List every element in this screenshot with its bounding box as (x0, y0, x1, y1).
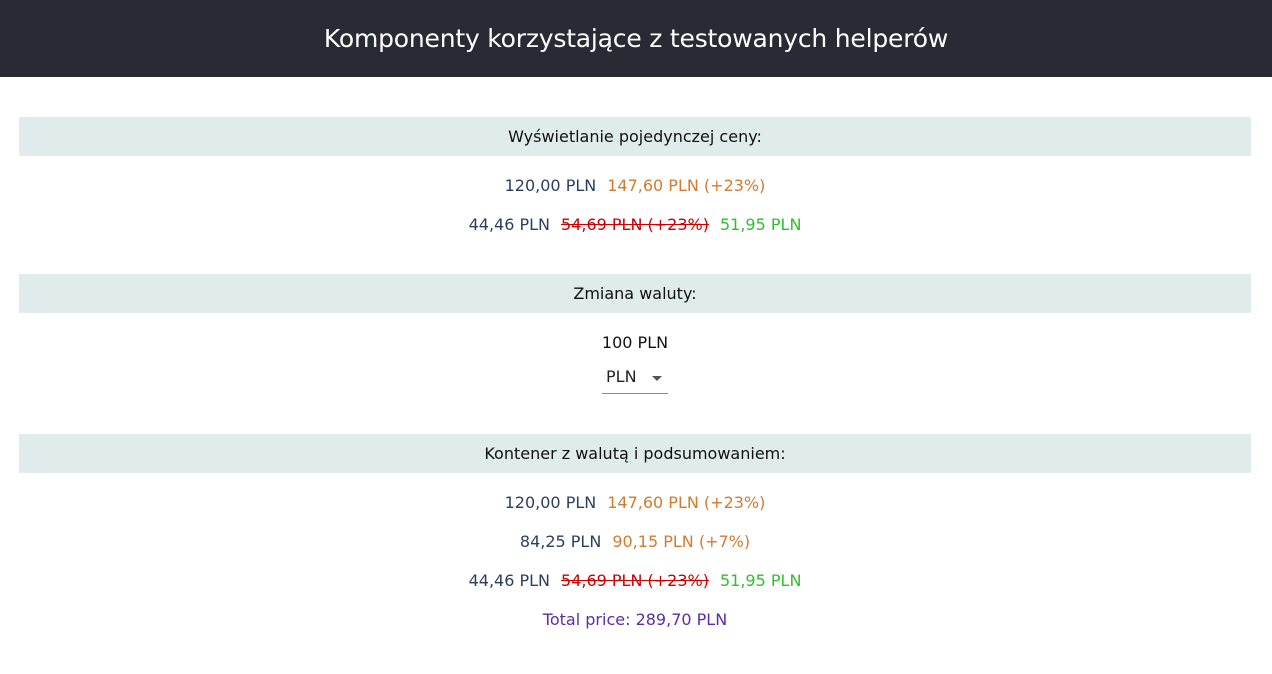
price-row: 84,25 PLN 90,15 PLN (+7%) (19, 532, 1251, 551)
price-row: 44,46 PLN 54,69 PLN (+23%) 51,95 PLN (19, 215, 1251, 234)
converted-amount: 100 PLN (601, 333, 669, 352)
old-gross-price: 54,69 PLN (+23%) (561, 215, 709, 234)
section-title-container: Kontener z walutą i podsumowaniem: (19, 434, 1251, 473)
chevron-down-icon (652, 376, 662, 381)
promo-price: 51,95 PLN (719, 215, 802, 234)
main-content: Wyświetlanie pojedynczej ceny: 120,00 PL… (0, 77, 1272, 629)
gross-price: 90,15 PLN (+7%) (612, 532, 751, 551)
price-row: 120,00 PLN 147,60 PLN (+23%) (19, 176, 1251, 195)
net-price: 44,46 PLN (468, 571, 551, 590)
total-row: Total price: 289,70 PLN (19, 610, 1251, 629)
single-price-section: Wyświetlanie pojedynczej ceny: 120,00 PL… (19, 117, 1251, 234)
section-title-single-price: Wyświetlanie pojedynczej ceny: (19, 117, 1251, 156)
currency-select-value: PLN (606, 367, 637, 386)
currency-select[interactable]: PLN (602, 364, 668, 394)
price-row: 120,00 PLN 147,60 PLN (+23%) (19, 493, 1251, 512)
gross-price: 147,60 PLN (+23%) (607, 493, 766, 512)
old-gross-price: 54,69 PLN (+23%) (561, 571, 709, 590)
page-header: Komponenty korzystające z testowanych he… (0, 0, 1272, 77)
container-section: Kontener z walutą i podsumowaniem: 120,0… (19, 434, 1251, 629)
net-price: 84,25 PLN (519, 532, 602, 551)
page-title: Komponenty korzystające z testowanych he… (323, 24, 949, 53)
gross-price: 147,60 PLN (+23%) (607, 176, 766, 195)
section-title-currency-change: Zmiana waluty: (19, 274, 1251, 313)
promo-price: 51,95 PLN (719, 571, 802, 590)
currency-select-wrapper: PLN (19, 364, 1251, 394)
net-price: 120,00 PLN (504, 176, 597, 195)
total-price: Total price: 289,70 PLN (542, 610, 728, 629)
net-price: 44,46 PLN (468, 215, 551, 234)
currency-change-section: Zmiana waluty: 100 PLN PLN (19, 274, 1251, 394)
price-row: 44,46 PLN 54,69 PLN (+23%) 51,95 PLN (19, 571, 1251, 590)
net-price: 120,00 PLN (504, 493, 597, 512)
